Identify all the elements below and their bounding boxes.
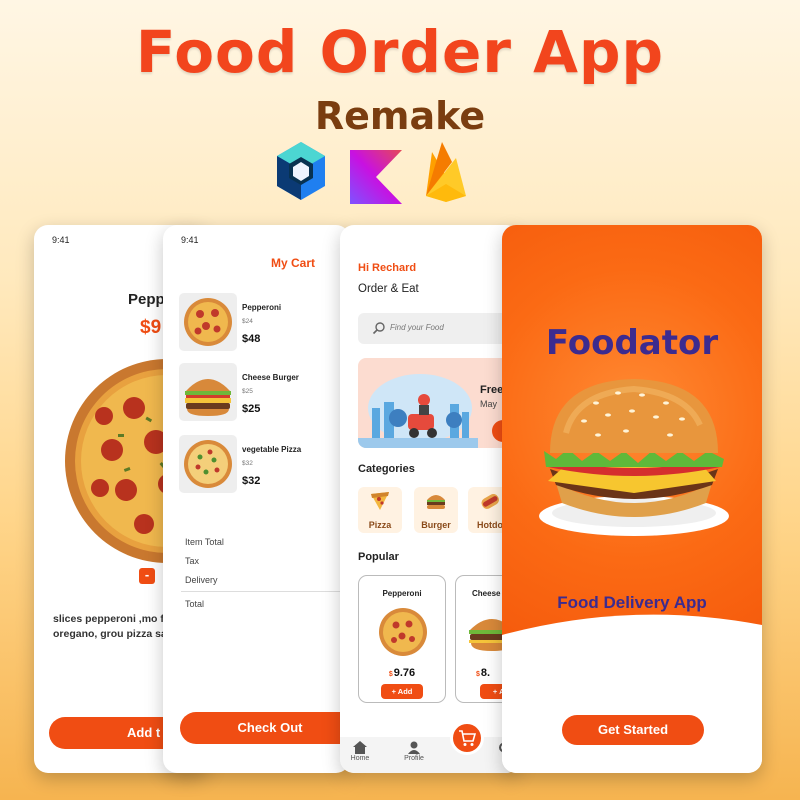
search-icon <box>372 321 386 340</box>
divider <box>181 591 350 592</box>
cart-item-unit-price: $32 <box>242 460 253 467</box>
category-pizza[interactable]: Pizza <box>358 487 402 533</box>
nav-profile[interactable]: Profile <box>394 741 434 762</box>
product-title: Pepp <box>128 291 165 308</box>
cart-item-total: $32 <box>242 475 261 487</box>
banner-title: Free <box>480 384 504 396</box>
category-burger[interactable]: Burger <box>414 487 458 533</box>
home-subtitle: Order & Eat <box>358 283 419 295</box>
cart-item[interactable]: Pepperoni $24 $48 <box>179 293 349 353</box>
kotlin-icon <box>350 150 404 209</box>
cart-fab-button[interactable] <box>450 721 484 755</box>
brand-name: Foodator <box>545 323 719 363</box>
phone-home-screen: Hi Rechard Order & Eat Find your Food Fr… <box>340 225 520 773</box>
banner-subtitle: May <box>480 399 498 409</box>
hotdog-icon <box>479 490 501 517</box>
burger-image <box>536 373 732 548</box>
pizza-image <box>377 606 429 663</box>
home-icon <box>340 741 380 754</box>
bottom-nav: Home Profile S <box>340 737 520 773</box>
jetpack-compose-icon <box>274 140 328 207</box>
cart-icon <box>458 729 477 752</box>
promo-banner[interactable]: Free May <box>358 358 520 448</box>
popular-card-name: Pepperoni <box>382 589 422 598</box>
tech-logos <box>274 140 474 206</box>
summary-tax: Tax <box>185 556 200 566</box>
cart-item[interactable]: Cheese Burger $25 $25 <box>179 363 349 423</box>
delivery-illustration <box>358 358 478 448</box>
summary-delivery: Delivery <box>185 575 218 585</box>
pizza-slice-icon <box>369 490 391 517</box>
status-time: 9:41 <box>181 235 199 245</box>
tagline: Food Delivery App <box>557 593 707 612</box>
popular-card[interactable]: Pepperoni $9.76 + Add <box>358 575 446 703</box>
cart-item-name: Pepperoni <box>242 303 282 312</box>
pizza-image <box>179 293 237 351</box>
cart-item-total: $48 <box>242 333 261 345</box>
page-subtitle: Remake <box>314 94 486 138</box>
burger-icon <box>425 490 447 517</box>
cart-item-unit-price: $25 <box>242 388 253 395</box>
page-title: Food Order App <box>135 18 665 86</box>
greeting: Hi Rechard <box>358 262 417 274</box>
add-button[interactable]: + Add <box>381 684 423 699</box>
checkout-button[interactable]: Check Out <box>180 712 350 744</box>
cart-item-name: vegetable Pizza <box>242 445 302 454</box>
cart-title: My Cart <box>271 256 316 270</box>
summary-item-total: Item Total <box>185 537 224 547</box>
nav-home[interactable]: Home <box>340 741 380 762</box>
category-label: Burger <box>421 520 451 530</box>
cart-item-total: $25 <box>242 403 261 415</box>
product-price: $9 <box>140 317 162 338</box>
qty-minus-button[interactable]: - <box>139 568 155 584</box>
veg-pizza-image <box>179 435 237 493</box>
cart-item[interactable]: vegetable Pizza $32 $32 <box>179 435 349 495</box>
categories-heading: Categories <box>358 463 415 475</box>
popular-heading: Popular <box>358 551 399 563</box>
popular-card-price: $9.76 <box>388 667 416 679</box>
burger-image <box>179 363 237 421</box>
phone-welcome-screen: Foodator Food Delivery App Get Started <box>502 225 762 773</box>
cart-item-unit-price: $24 <box>242 318 253 325</box>
get-started-button[interactable]: Get Started <box>562 715 704 745</box>
cart-item-name: Cheese Burger <box>242 373 299 382</box>
search-placeholder: Find your Food <box>390 323 444 332</box>
firebase-icon <box>422 138 470 209</box>
category-label: Pizza <box>368 520 392 530</box>
summary-total: Total <box>185 599 205 609</box>
search-input[interactable]: Find your Food <box>358 313 520 344</box>
status-time: 9:41 <box>52 235 70 245</box>
phone-cart-screen: 9:41 My Cart Pepperoni $24 $48 Cheese Bu… <box>163 225 350 773</box>
profile-icon <box>394 741 434 754</box>
